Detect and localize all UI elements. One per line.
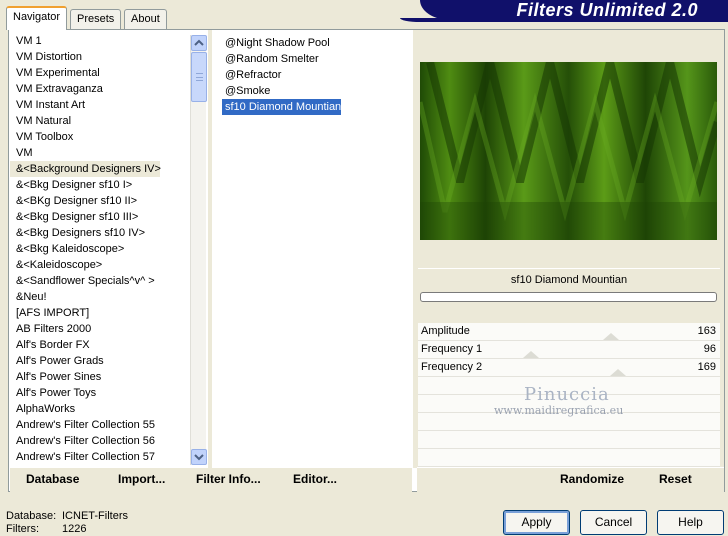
help-button[interactable]: Help	[657, 510, 724, 535]
category-item[interactable]: &<Bkg Kaleidoscope>	[10, 241, 190, 257]
filter-item[interactable]: @Random Smelter	[222, 51, 410, 67]
divider	[208, 30, 212, 468]
scroll-thumb[interactable]	[191, 52, 207, 102]
status-area: Database: ICNET-Filters Filters: 1226	[6, 510, 128, 536]
database-button[interactable]: Database	[26, 472, 79, 486]
category-item[interactable]: VM	[10, 145, 190, 161]
param-row-empty	[418, 431, 720, 449]
category-item[interactable]: Alf's Power Toys	[10, 385, 190, 401]
chevron-up-icon	[194, 39, 204, 46]
category-list[interactable]: VM 1 VM Distortion VM Experimental VM Extra…	[10, 33, 190, 465]
category-item[interactable]: Alf's Power Grads	[10, 353, 190, 369]
category-item[interactable]: &<Bkg Designer sf10 III>	[10, 209, 190, 225]
param-row-frequency-1[interactable]: Frequency 1 96	[418, 341, 720, 359]
category-item[interactable]: Andrew's Filter Collection 55	[10, 417, 190, 433]
status-label: Database:	[6, 510, 57, 522]
category-item[interactable]: &<Kaleidoscope>	[10, 257, 190, 273]
category-item[interactable]: AB Filters 2000	[10, 321, 190, 337]
param-label: Frequency 1	[421, 343, 483, 355]
apply-button[interactable]: Apply	[503, 510, 570, 535]
param-row-empty	[418, 449, 720, 467]
chevron-down-icon	[194, 454, 204, 461]
category-item[interactable]: &<Sandflower Specials^v^ >	[10, 273, 190, 289]
filter-item[interactable]: @Night Shadow Pool	[222, 35, 410, 51]
cancel-button[interactable]: Cancel	[580, 510, 647, 535]
category-item[interactable]: &<BKg Designer sf10 II>	[10, 193, 190, 209]
filter-item[interactable]: @Refractor	[222, 67, 410, 83]
randomize-button[interactable]: Randomize	[560, 472, 624, 486]
category-item[interactable]: Alf's Border FX	[10, 337, 190, 353]
tab-presets[interactable]: Presets	[70, 9, 122, 29]
category-item[interactable]: Alf's Power Sines	[10, 369, 190, 385]
progress-bar	[420, 292, 717, 302]
slider-thumb[interactable]	[523, 351, 539, 358]
scroll-down-button[interactable]	[191, 449, 207, 465]
app-title: Filters Unlimited 2.0	[516, 0, 698, 20]
title-banner: Filters Unlimited 2.0	[420, 0, 728, 20]
category-item[interactable]: VM Natural	[10, 113, 190, 129]
slider-thumb[interactable]	[603, 333, 619, 340]
database-name: ICNET-Filters	[62, 510, 128, 522]
category-item[interactable]: VM Extravaganza	[10, 81, 190, 97]
navigator-toolbar: Database Import... Filter Info... Editor…	[10, 468, 412, 492]
category-item[interactable]: AlphaWorks	[10, 401, 190, 417]
category-item[interactable]: &<Bkg Designer sf10 I>	[10, 177, 190, 193]
category-item[interactable]: [AFS IMPORT]	[10, 305, 190, 321]
category-item[interactable]: &<Background Designers IV>	[10, 161, 161, 177]
filter-list[interactable]: @Night Shadow Pool @Random Smelter @Refrac…	[222, 35, 410, 335]
watermark-title: Pinuccia	[524, 384, 610, 405]
param-row-frequency-2[interactable]: Frequency 2 169	[418, 359, 720, 377]
param-value: 163	[697, 325, 716, 337]
category-item[interactable]: Andrew's Filter Collection 57	[10, 449, 190, 465]
tab-navigator[interactable]: Navigator	[6, 6, 68, 30]
slider-thumb[interactable]	[610, 369, 626, 376]
param-label: Frequency 2	[421, 361, 483, 373]
param-label: Amplitude	[421, 325, 470, 337]
category-item[interactable]: VM 1	[10, 33, 190, 49]
param-value: 96	[703, 343, 716, 355]
preview-toolbar: Randomize Reset	[417, 468, 724, 492]
category-scrollbar[interactable]	[190, 35, 207, 465]
filter-item[interactable]: @Smoke	[222, 83, 410, 99]
category-item[interactable]: &<Bkg Designers sf10 IV>	[10, 225, 190, 241]
category-item[interactable]: VM Distortion	[10, 49, 190, 65]
tab-about[interactable]: About	[124, 9, 167, 29]
watermark-url: www.maidiregrafica.eu	[494, 404, 624, 417]
scroll-up-button[interactable]	[191, 35, 207, 51]
filter-item[interactable]: sf10 Diamond Mountian	[222, 99, 341, 115]
editor-button[interactable]: Editor...	[293, 472, 337, 486]
category-item[interactable]: Andrew's Filter Collection 56	[10, 433, 190, 449]
category-item[interactable]: VM Experimental	[10, 65, 190, 81]
grip-icon	[196, 73, 203, 81]
category-item[interactable]: VM Instant Art	[10, 97, 190, 113]
param-row-amplitude[interactable]: Amplitude 163	[418, 323, 720, 341]
filter-count: 1226	[62, 523, 87, 535]
status-label: Filters:	[6, 523, 39, 535]
import-button[interactable]: Import...	[118, 472, 165, 486]
reset-button[interactable]: Reset	[659, 472, 692, 486]
category-item[interactable]: &Neu!	[10, 289, 190, 305]
current-filter-name: sf10 Diamond Mountian	[418, 268, 720, 290]
category-item[interactable]: VM Toolbox	[10, 129, 190, 145]
filter-preview	[420, 62, 717, 240]
param-value: 169	[697, 361, 716, 373]
filter-info-button[interactable]: Filter Info...	[196, 472, 261, 486]
